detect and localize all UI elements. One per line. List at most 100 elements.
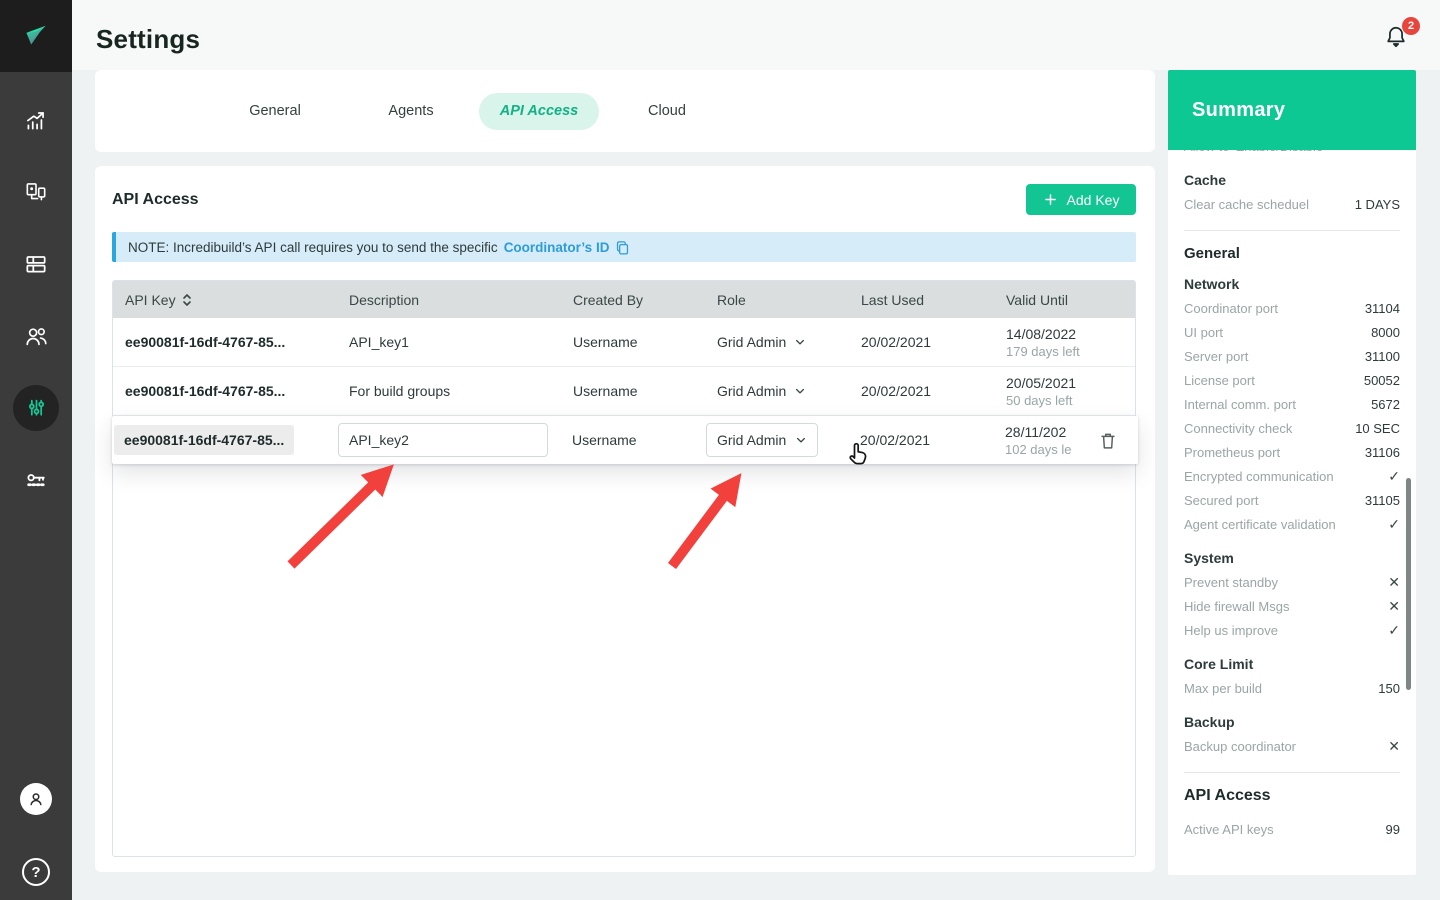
- summary-row: Secured port31105: [1184, 488, 1400, 512]
- sidebar-item-help[interactable]: ?: [0, 848, 72, 896]
- sidebar-item-profile[interactable]: [0, 775, 72, 823]
- builds-list-icon: [23, 251, 49, 277]
- divider: [1184, 772, 1400, 773]
- chevron-down-icon: [795, 434, 807, 446]
- summary-row: Active API keys99: [1184, 817, 1400, 841]
- summary-row: Agent certificate validation✓: [1184, 512, 1400, 536]
- tab-general[interactable]: General: [207, 103, 343, 119]
- last-used-value: 20/02/2021: [861, 383, 1006, 399]
- incredibuild-logo[interactable]: [0, 0, 72, 72]
- valid-until-cell: 14/08/2022 179 days left: [1006, 326, 1135, 359]
- role-select-dropdown[interactable]: Grid Admin: [706, 423, 818, 457]
- summary-body: Allow to 'Enable/Disable' ✓ Cache Clear …: [1168, 150, 1416, 875]
- role-dropdown[interactable]: Grid Admin: [717, 383, 861, 399]
- sidebar-item-grid[interactable]: [0, 168, 72, 216]
- sort-icon[interactable]: [181, 292, 193, 308]
- summary-row: Help us improve✓: [1184, 618, 1400, 642]
- api-key-value: ee90081f-16df-4767-85...: [125, 383, 349, 399]
- notifications-button[interactable]: 2: [1383, 24, 1413, 54]
- days-left: 102 days le: [1005, 442, 1085, 457]
- tab-api-access[interactable]: API Access: [479, 93, 599, 130]
- valid-until-date: 20/05/2021: [1006, 375, 1135, 391]
- check-icon: ✓: [1388, 516, 1400, 533]
- description-value: API_key1: [349, 334, 573, 350]
- notification-badge: 2: [1402, 17, 1420, 35]
- api-key-value: ee90081f-16df-4767-85...: [114, 425, 294, 455]
- copy-icon[interactable]: [614, 239, 631, 256]
- summary-scrollbar[interactable]: [1406, 478, 1411, 690]
- summary-row: UI port8000: [1184, 320, 1400, 344]
- sidebar-item-users[interactable]: [0, 312, 72, 360]
- sidebar-item-builds[interactable]: [0, 240, 72, 288]
- delete-key-button[interactable]: [1097, 429, 1121, 453]
- sidebar-item-settings[interactable]: [0, 384, 72, 432]
- add-key-button[interactable]: Add Key: [1026, 184, 1136, 215]
- grid-machines-icon: [23, 179, 49, 205]
- cross-icon: ✕: [1388, 598, 1400, 615]
- api-access-panel: API Access Add Key NOTE: Incredibuild’s …: [95, 166, 1155, 872]
- tab-cloud[interactable]: Cloud: [599, 103, 735, 119]
- last-used-value: 20/02/2021: [860, 432, 1005, 448]
- help-glyph: ?: [31, 864, 40, 881]
- add-key-label: Add Key: [1067, 192, 1120, 208]
- summary-row: License port50052: [1184, 368, 1400, 392]
- valid-until-cell: 20/05/2021 50 days left: [1006, 375, 1135, 408]
- table-row-editing: ee90081f-16df-4767-85... Username Grid A…: [112, 416, 1138, 464]
- summary-row: Backup coordinator✕: [1184, 734, 1400, 758]
- sidebar-item-dashboard[interactable]: [0, 96, 72, 144]
- description-value: For build groups: [349, 383, 573, 399]
- active-nav-indicator: [13, 385, 59, 431]
- main-sidebar: ?: [0, 0, 72, 900]
- col-header-description: Description: [349, 292, 573, 308]
- col-header-valid-until: Valid Until: [1006, 292, 1135, 308]
- valid-until-date: 14/08/2022: [1006, 326, 1135, 342]
- valid-until-date: 28/11/202: [1005, 424, 1075, 440]
- cross-icon: ✕: [1388, 738, 1400, 755]
- created-by-value: Username: [572, 432, 716, 448]
- help-icon: ?: [22, 858, 50, 886]
- plus-icon: [1043, 192, 1058, 207]
- backup-section-title: Backup: [1184, 714, 1400, 730]
- summary-row: Prevent standby✕: [1184, 570, 1400, 594]
- role-dropdown[interactable]: Grid Admin: [717, 334, 861, 350]
- incredibuild-logo-icon: [19, 19, 53, 53]
- summary-row: Server port31100: [1184, 344, 1400, 368]
- person-icon: [26, 789, 46, 809]
- summary-row: Encrypted communication✓: [1184, 464, 1400, 488]
- license-key-icon: [23, 467, 50, 494]
- col-header-role: Role: [717, 292, 861, 308]
- description-input[interactable]: [338, 423, 548, 457]
- clipped-scrolled-row: Allow to 'Enable/Disable' ✓: [1184, 150, 1400, 156]
- cache-section-title: Cache: [1184, 172, 1400, 188]
- summary-title: Summary: [1192, 99, 1285, 122]
- api-access-section-title: API Access: [1184, 787, 1400, 805]
- users-icon: [23, 323, 50, 350]
- check-icon: ✓: [1388, 468, 1400, 485]
- chevron-down-icon: [794, 385, 806, 397]
- created-by-value: Username: [573, 334, 717, 350]
- col-header-api-key[interactable]: API Key: [125, 292, 349, 308]
- days-left: 179 days left: [1006, 344, 1135, 359]
- col-header-last-used: Last Used: [861, 292, 1006, 308]
- table-row: ee90081f-16df-4767-85... API_key1 Userna…: [113, 318, 1135, 367]
- api-keys-table: API Key Description Created By Role Last…: [112, 280, 1136, 857]
- analytics-icon: [23, 107, 49, 133]
- note-text: NOTE: Incredibuild’s API call requires y…: [128, 240, 498, 255]
- summary-row: Coordinator port31104: [1184, 296, 1400, 320]
- api-key-value: ee90081f-16df-4767-85...: [125, 334, 349, 350]
- sidebar-item-license[interactable]: [0, 456, 72, 504]
- tab-agents[interactable]: Agents: [343, 103, 479, 119]
- last-used-value: 20/02/2021: [861, 334, 1006, 350]
- settings-sliders-icon: [24, 396, 49, 421]
- summary-row: Clear cache scheduel 1 DAYS: [1184, 192, 1400, 216]
- days-left: 50 days left: [1006, 393, 1135, 408]
- cross-icon: ✕: [1388, 574, 1400, 591]
- summary-row: Max per build150: [1184, 676, 1400, 700]
- trash-icon: [1097, 430, 1119, 452]
- check-icon: ✓: [1388, 622, 1400, 639]
- table-row: ee90081f-16df-4767-85... For build group…: [113, 367, 1135, 416]
- coordinator-id-link[interactable]: Coordinator’s ID: [504, 240, 610, 255]
- api-key-cell: ee90081f-16df-4767-85...: [124, 425, 348, 455]
- summary-panel: Summary Allow to 'Enable/Disable' ✓ Cach…: [1168, 70, 1416, 875]
- note-banner: NOTE: Incredibuild’s API call requires y…: [112, 232, 1136, 262]
